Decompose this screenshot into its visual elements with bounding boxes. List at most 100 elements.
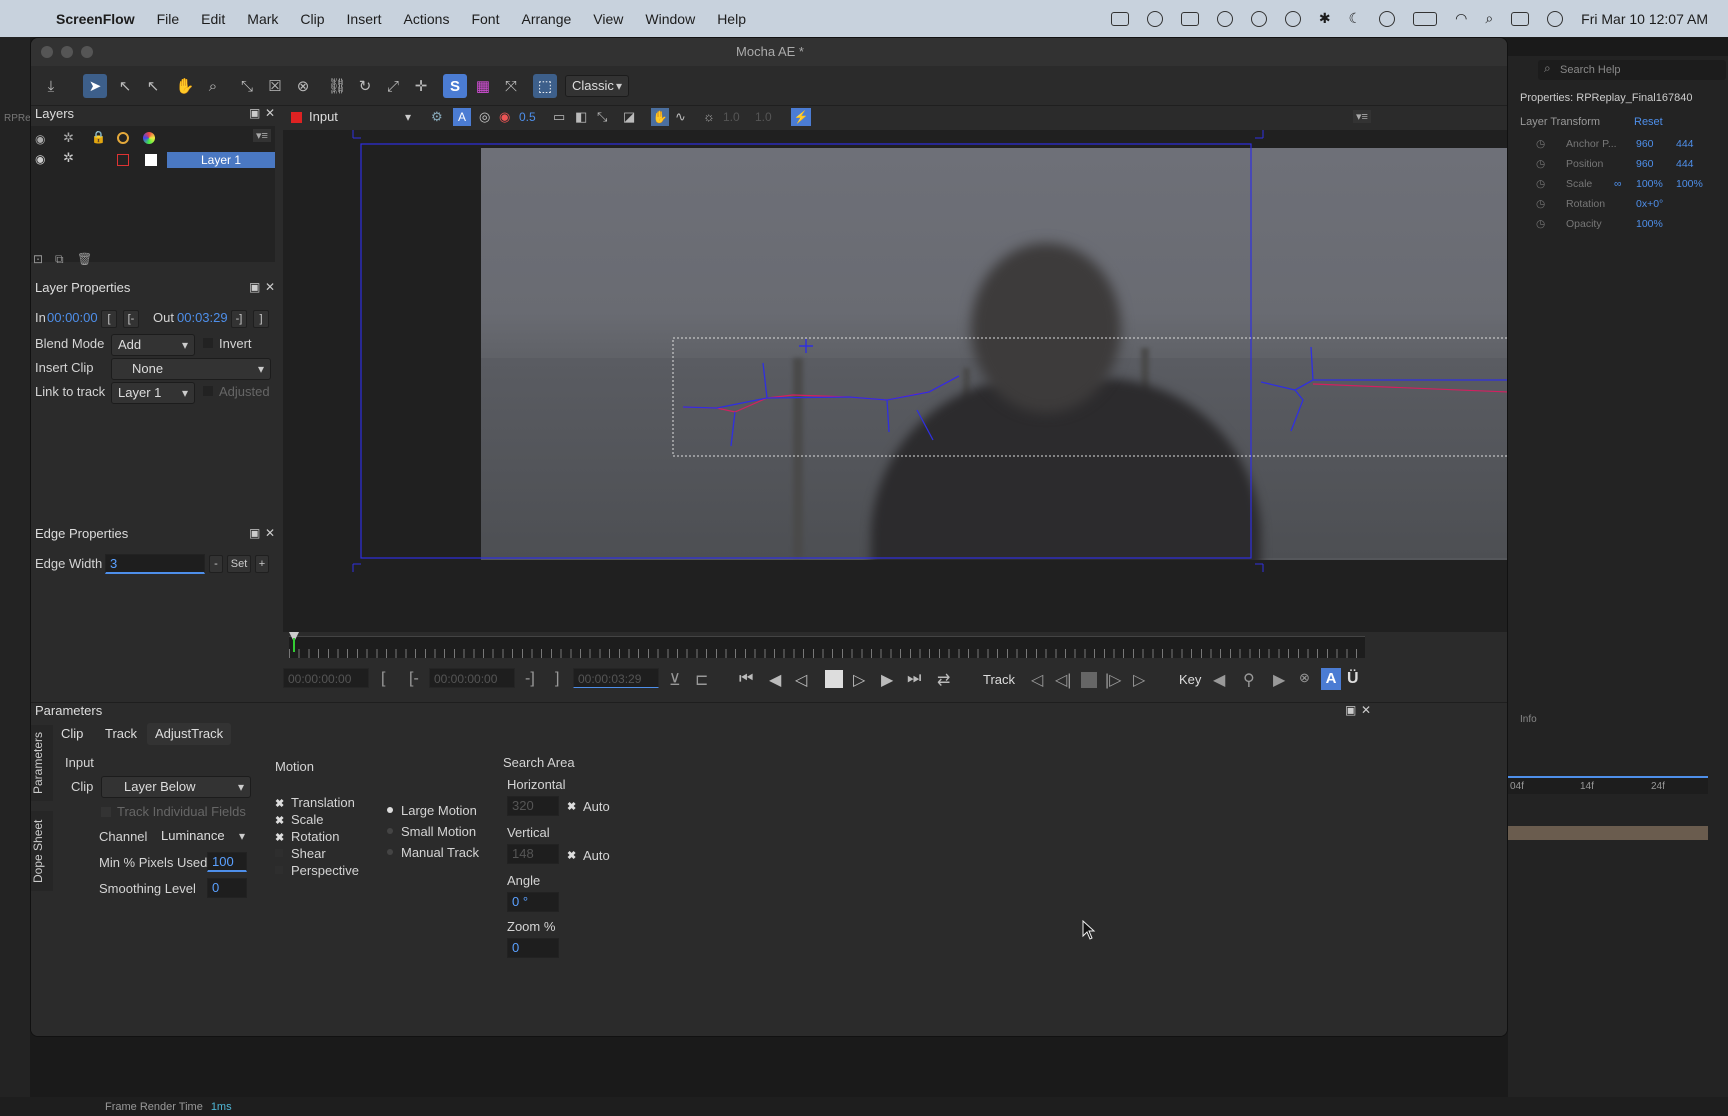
surface-corner-icon[interactable]: ⬚ bbox=[533, 74, 557, 98]
grammarly-icon[interactable] bbox=[1250, 10, 1267, 27]
step-forward-icon[interactable]: ▶ bbox=[881, 670, 893, 690]
track-fields-checkbox[interactable] bbox=[101, 807, 111, 817]
zoom-window-button[interactable] bbox=[81, 46, 93, 58]
out-time-field[interactable]: 00:03:29 bbox=[177, 310, 228, 325]
menu-help[interactable]: Help bbox=[717, 11, 746, 27]
small-motion-radio[interactable] bbox=[387, 828, 393, 834]
layer-name[interactable]: Layer 1 bbox=[167, 152, 275, 168]
alpha-icon[interactable]: A bbox=[453, 108, 471, 126]
panel-float-icon[interactable]: ▣ bbox=[249, 526, 260, 540]
surface-icon[interactable]: S bbox=[443, 74, 467, 98]
auto-key-icon[interactable]: A bbox=[1321, 668, 1341, 690]
layer-color-icon[interactable] bbox=[117, 154, 129, 166]
edge-plus-button[interactable]: + bbox=[255, 555, 269, 573]
angle-field[interactable]: 0 ° bbox=[507, 892, 559, 912]
first-frame-icon[interactable]: ⏮ bbox=[739, 670, 753, 688]
scale-checkbox[interactable]: ✖ bbox=[275, 814, 284, 827]
move-icon[interactable]: ✛ bbox=[409, 74, 433, 98]
prop-value[interactable]: 100% bbox=[1676, 178, 1703, 190]
link-icon[interactable]: ∞ bbox=[1614, 178, 1622, 190]
rotate-icon[interactable]: ↻ bbox=[353, 74, 377, 98]
blend-mode-dropdown[interactable]: Add bbox=[111, 334, 195, 356]
edge-minus-button[interactable]: - bbox=[209, 555, 223, 573]
add-point-icon[interactable]: ↖ bbox=[141, 74, 165, 98]
save-icon[interactable]: ⤓ bbox=[39, 74, 63, 98]
minimize-window-button[interactable] bbox=[61, 46, 73, 58]
clock-text[interactable]: Fri Mar 10 12:07 AM bbox=[1581, 11, 1708, 27]
panel-float-icon[interactable]: ▣ bbox=[1345, 703, 1356, 717]
stopwatch-icon[interactable]: ◷ bbox=[1536, 158, 1545, 170]
horizontal-auto-checkbox[interactable]: ✖ bbox=[567, 800, 576, 813]
stopwatch-icon[interactable]: ◷ bbox=[1536, 218, 1545, 230]
input-dropdown[interactable]: Input bbox=[287, 107, 417, 129]
trash-icon[interactable]: 🗑 bbox=[77, 252, 92, 266]
reset-link[interactable]: Reset bbox=[1634, 116, 1663, 128]
monitor-icon[interactable]: ▭ bbox=[553, 109, 565, 125]
update-icon[interactable]: Ü bbox=[1347, 670, 1359, 688]
track-stop-icon[interactable] bbox=[1081, 672, 1097, 688]
out-bracket-icon[interactable]: ] bbox=[555, 670, 559, 688]
matte-icon[interactable]: ◉ bbox=[499, 109, 510, 125]
prop-value[interactable]: 444 bbox=[1676, 158, 1694, 170]
fit-icon[interactable]: ⤧ bbox=[499, 74, 523, 98]
moon-icon[interactable]: ☾ bbox=[1349, 10, 1362, 27]
large-motion-radio[interactable] bbox=[387, 807, 393, 813]
gamma-a-value[interactable]: 1.0 bbox=[723, 110, 740, 124]
stopwatch-icon[interactable]: ◷ bbox=[1536, 138, 1545, 150]
tab-clip[interactable]: Clip bbox=[53, 723, 91, 745]
panel-float-icon[interactable]: ▣ bbox=[249, 106, 260, 120]
insert-clip-dropdown[interactable]: None bbox=[111, 358, 271, 380]
wifi-icon[interactable]: ◠ bbox=[1455, 10, 1467, 27]
stopwatch-icon[interactable]: ◷ bbox=[1536, 198, 1545, 210]
tab-track[interactable]: Track bbox=[97, 723, 145, 745]
current-time-field[interactable]: 00:00:00:00 bbox=[283, 668, 369, 688]
edge-width-field[interactable]: 3 bbox=[105, 554, 205, 574]
control-center-icon[interactable] bbox=[1511, 11, 1530, 26]
add-key-icon[interactable]: ⚲ bbox=[1243, 670, 1255, 690]
delete-keys-icon[interactable]: ⊗ bbox=[1299, 670, 1310, 686]
tab-adjusttrack[interactable]: AdjustTrack bbox=[147, 723, 232, 745]
select-tool-icon[interactable]: ➤ bbox=[83, 74, 107, 98]
menu-app-name[interactable]: ScreenFlow bbox=[56, 11, 135, 27]
set-in-button[interactable]: [ bbox=[101, 310, 117, 328]
in-bracket-icon[interactable]: [ bbox=[381, 670, 385, 688]
brightness-icon[interactable]: ☼ bbox=[703, 109, 715, 124]
last-frame-icon[interactable]: ⏭ bbox=[907, 670, 921, 688]
next-key-icon[interactable]: ▶ bbox=[1273, 670, 1285, 690]
step-back-icon[interactable]: ◀ bbox=[769, 670, 781, 690]
track-step-back-icon[interactable]: ◁| bbox=[1055, 670, 1071, 690]
cog-icon[interactable]: ✲ bbox=[63, 150, 74, 166]
dropbox-icon[interactable] bbox=[1180, 11, 1199, 26]
siri-icon[interactable] bbox=[1547, 10, 1564, 27]
viewer-menu-icon[interactable]: ▾≡ bbox=[1353, 110, 1371, 123]
view-mode-dropdown[interactable]: Classic bbox=[565, 75, 629, 97]
menu-window[interactable]: Window bbox=[645, 11, 695, 27]
render-icon[interactable]: ⚡ bbox=[791, 108, 811, 126]
prop-value[interactable]: 960 bbox=[1636, 158, 1654, 170]
select-points-icon[interactable]: ↖ bbox=[113, 74, 137, 98]
invert-checkbox[interactable] bbox=[203, 338, 213, 348]
out-time-field[interactable]: 00:00:03:29 bbox=[573, 668, 659, 688]
transform-icon[interactable]: ⤡ bbox=[235, 74, 259, 98]
link-tool-icon[interactable]: ⛓ bbox=[325, 74, 349, 98]
link-to-track-dropdown[interactable]: Layer 1 bbox=[111, 382, 195, 404]
set-out-button[interactable]: ] bbox=[253, 310, 269, 328]
ae-time-ruler[interactable]: 04f 14f 24f bbox=[1508, 776, 1708, 794]
battery-icon[interactable] bbox=[1413, 11, 1438, 26]
new-folder-icon[interactable]: ⊡ bbox=[33, 252, 43, 266]
edge-set-button[interactable]: Set bbox=[227, 555, 251, 573]
side-tab-dope-sheet[interactable]: Dope Sheet bbox=[31, 811, 53, 891]
overlay-icon[interactable]: ◎ bbox=[479, 109, 490, 125]
channel-dropdown[interactable]: Luminance bbox=[155, 826, 251, 848]
prop-value[interactable]: 100% bbox=[1636, 178, 1663, 190]
prop-value[interactable]: 960 bbox=[1636, 138, 1654, 150]
vertical-field[interactable]: 148 bbox=[507, 844, 559, 864]
adjusted-checkbox[interactable] bbox=[203, 386, 213, 396]
go-out-icon[interactable]: -] bbox=[525, 670, 535, 688]
menu-edit[interactable]: Edit bbox=[201, 11, 225, 27]
viewer-canvas[interactable] bbox=[283, 130, 1507, 632]
track-back-icon[interactable]: ◁ bbox=[1031, 670, 1043, 690]
smoothing-field[interactable]: 0 bbox=[207, 878, 247, 898]
ae-layer-bar[interactable] bbox=[1508, 826, 1708, 840]
layer-row[interactable]: ◉ ✲ Layer 1 bbox=[31, 150, 275, 170]
